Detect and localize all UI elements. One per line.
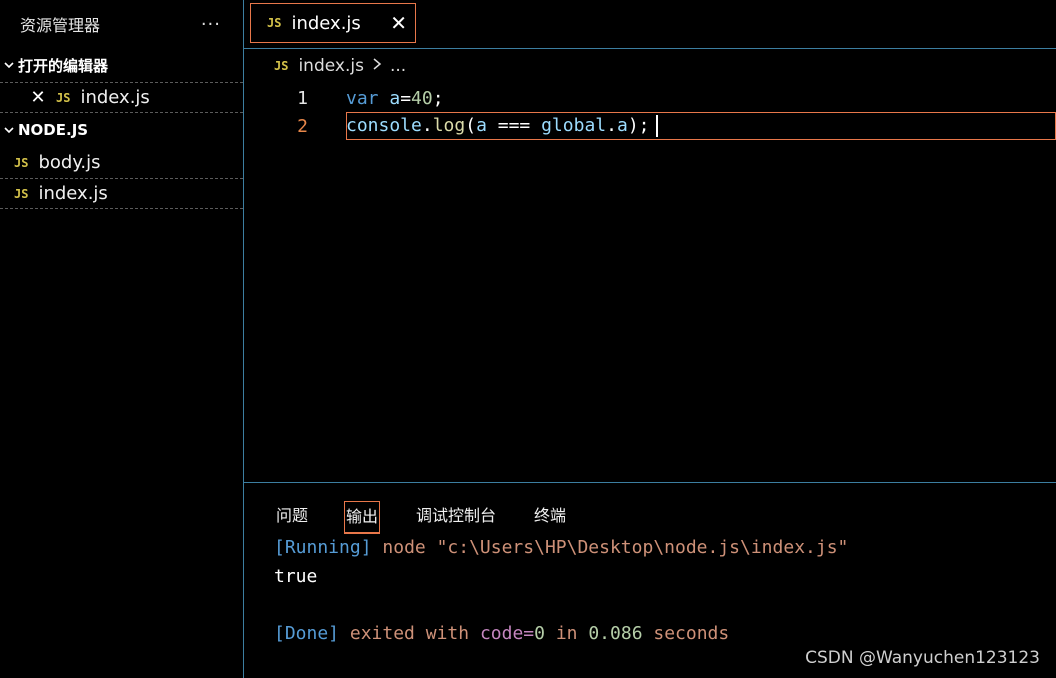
- js-file-icon: JS: [14, 155, 29, 170]
- code-text: console.log(a === global.a);: [346, 115, 658, 137]
- code-line-current: 2 console.log(a === global.a);: [244, 112, 1056, 140]
- file-label: body.js: [38, 152, 101, 173]
- more-actions-icon[interactable]: ···: [201, 14, 221, 35]
- js-file-icon: JS: [267, 16, 282, 30]
- chevron-down-icon: [0, 59, 18, 71]
- open-editors-label: 打开的编辑器: [18, 56, 109, 75]
- js-file-icon: JS: [14, 186, 29, 201]
- folder-section-header[interactable]: NODE.JS: [0, 113, 243, 147]
- file-item-index-js[interactable]: JS index.js: [0, 178, 243, 209]
- output-running-line: [Running] node "c:\Users\HP\Desktop\node…: [274, 537, 849, 558]
- tab-debug-console[interactable]: 调试控制台: [414, 501, 498, 531]
- js-file-icon: JS: [56, 90, 71, 105]
- panel-tabs: 问题 输出 调试控制台 终端: [274, 501, 602, 534]
- file-item-body-js[interactable]: JS body.js: [0, 147, 243, 178]
- output-done-line: [Done] exited with code=0 in 0.086 secon…: [274, 623, 730, 644]
- watermark: CSDN @Wanyuchen123123: [805, 648, 1040, 668]
- breadcrumb-rest[interactable]: ...: [390, 56, 406, 76]
- tab-output[interactable]: 输出: [344, 501, 381, 534]
- output-result: true: [274, 566, 318, 587]
- code-text: var a=40;: [346, 87, 444, 109]
- open-editor-label: index.js: [80, 87, 150, 108]
- editor-tab-bar: JS index.js ✕: [244, 0, 1056, 49]
- open-editors-section-header[interactable]: 打开的编辑器: [0, 48, 243, 82]
- close-icon[interactable]: ✕: [28, 87, 48, 108]
- code-editor[interactable]: 1 var a=40; 2 console.log(a === global.a…: [244, 84, 1056, 482]
- js-file-icon: JS: [274, 59, 289, 73]
- chevron-down-icon: [0, 124, 18, 136]
- tab-problems[interactable]: 问题: [274, 501, 310, 531]
- open-editor-item-index-js[interactable]: ✕ JS index.js: [0, 82, 243, 113]
- folder-label: NODE.JS: [18, 121, 89, 139]
- tab-label: index.js: [291, 12, 361, 34]
- line-number: 2: [297, 115, 308, 137]
- code-line: 1 var a=40;: [244, 84, 1056, 112]
- explorer-title: 资源管理器: [20, 16, 101, 35]
- close-icon[interactable]: ✕: [390, 11, 407, 35]
- tab-terminal[interactable]: 终端: [532, 501, 568, 531]
- explorer-sidebar: 资源管理器 ··· 打开的编辑器 ✕ JS index.js NODE.JS J…: [0, 0, 244, 678]
- tab-index-js[interactable]: JS index.js ✕: [250, 3, 416, 43]
- line-number: 1: [297, 87, 308, 109]
- file-label: index.js: [38, 183, 108, 204]
- explorer-header: 资源管理器 ···: [0, 0, 243, 48]
- chevron-right-icon: [372, 56, 382, 76]
- breadcrumb: JS index.js ...: [244, 49, 1056, 83]
- breadcrumb-file[interactable]: index.js: [298, 56, 364, 76]
